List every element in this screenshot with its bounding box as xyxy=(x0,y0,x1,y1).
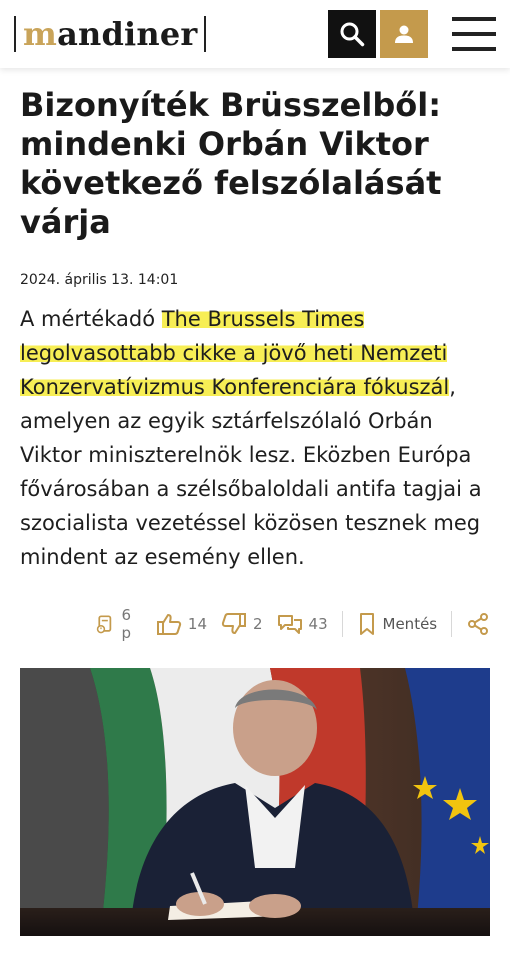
menu-line xyxy=(452,32,496,36)
article-date: 2024. április 13. 14:01 xyxy=(20,272,179,288)
dislike-count: 2 xyxy=(253,615,263,633)
search-icon xyxy=(340,22,365,47)
logo-right-bar xyxy=(204,16,207,52)
save-button[interactable]: Mentés xyxy=(357,612,438,636)
divider xyxy=(341,611,343,637)
lead-text: , amelyen az egyik sztárfelszólaló Orbán… xyxy=(20,375,482,569)
read-time-value: 6 p xyxy=(121,606,132,642)
article-photo-illustration xyxy=(20,668,490,936)
search-button[interactable] xyxy=(328,10,376,58)
comments-icon xyxy=(277,615,302,634)
read-time: 6 p xyxy=(95,606,142,642)
lead-text: A mértékadó xyxy=(20,307,162,331)
user-button[interactable] xyxy=(380,10,428,58)
site-header: mandiner xyxy=(0,0,510,68)
share-button[interactable] xyxy=(466,612,496,636)
like-count: 14 xyxy=(187,615,207,633)
save-label: Mentés xyxy=(382,615,438,633)
comment-count: 43 xyxy=(308,615,328,633)
comments-button[interactable]: 43 xyxy=(277,612,328,636)
logo-first-letter: m xyxy=(23,15,58,53)
article-title: Bizonyíték Brüsszelből: mindenki Orbán V… xyxy=(20,86,442,241)
menu-line xyxy=(452,47,496,51)
article-action-bar: 6 p 14 2 43 Mentés xyxy=(95,606,510,642)
dislike-button[interactable]: 2 xyxy=(221,612,263,636)
site-logo[interactable]: mandiner xyxy=(14,14,207,54)
article-photo[interactable] xyxy=(20,668,490,936)
logo-rest: andiner xyxy=(57,15,198,53)
divider xyxy=(451,611,452,637)
bookmark-icon xyxy=(359,613,374,635)
thumbs-up-icon xyxy=(156,614,182,635)
article-lead: A mértékadó The Brussels Times legolvaso… xyxy=(20,302,495,574)
menu-line xyxy=(452,17,496,21)
share-icon xyxy=(468,613,488,635)
like-button[interactable]: 14 xyxy=(156,612,207,636)
hamburger-menu-button[interactable] xyxy=(452,14,496,54)
logo-text: mandiner xyxy=(16,14,204,54)
read-time-icon xyxy=(96,615,112,634)
user-icon xyxy=(395,25,413,43)
thumbs-down-icon xyxy=(221,613,246,634)
